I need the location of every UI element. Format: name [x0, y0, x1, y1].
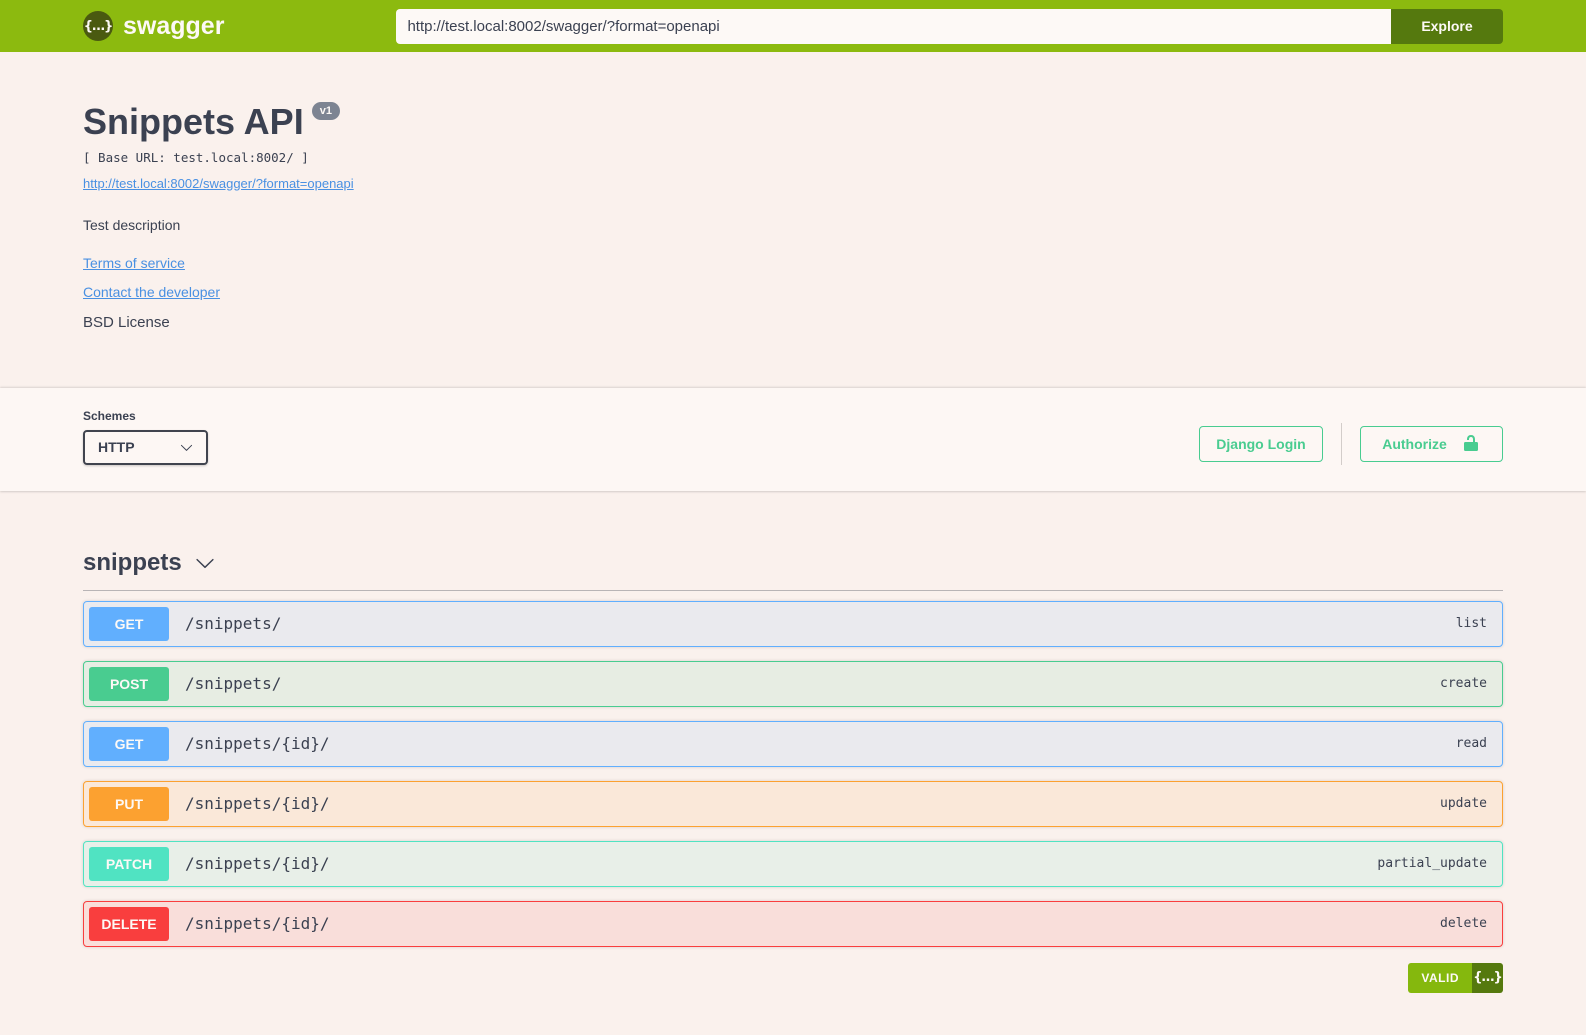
topbar: {…} swagger Explore [0, 0, 1586, 52]
chevron-down-icon [196, 558, 214, 568]
operation-summary: list [1455, 616, 1487, 632]
operation-row-patch-snippet-partial-update[interactable]: PATCH /snippets/{id}/ partial_update [83, 840, 1503, 887]
swagger-brand-link[interactable]: {…} swagger [83, 11, 224, 41]
schemes-group: Schemes HTTP [83, 409, 208, 465]
operation-summary: delete [1440, 916, 1487, 932]
schemes-label: Schemes [83, 408, 136, 423]
django-login-button[interactable]: Django Login [1199, 425, 1323, 462]
method-badge: DELETE [89, 906, 169, 941]
validator-badge[interactable]: VALID {…} [1408, 962, 1503, 993]
api-title-text: Snippets API [83, 101, 304, 142]
swagger-validator-icon: {…} [1472, 962, 1503, 993]
operation-path: /snippets/{id}/ [185, 854, 330, 874]
explore-button[interactable]: Explore [1391, 8, 1503, 44]
authorize-button[interactable]: Authorize [1360, 425, 1503, 462]
operation-row-post-snippets-create[interactable]: POST /snippets/ create [83, 660, 1503, 707]
method-badge: PUT [89, 786, 169, 821]
terms-of-service-link[interactable]: Terms of service [83, 256, 185, 270]
api-description: Test description [83, 216, 181, 233]
brand-title: swagger [123, 11, 225, 40]
contact-developer-link[interactable]: Contact the developer [83, 285, 220, 299]
operation-path: /snippets/{id}/ [185, 734, 330, 754]
validator-row: VALID {…} [83, 962, 1503, 993]
operation-summary: create [1440, 676, 1487, 692]
unlock-icon [1463, 434, 1478, 451]
tag-snippets[interactable]: snippets [83, 539, 1503, 587]
operation-row-get-snippets-list[interactable]: GET /snippets/ list [83, 600, 1503, 647]
scheme-select[interactable]: HTTP [83, 429, 208, 465]
auth-wrapper: Django Login Authorize [1199, 422, 1503, 465]
license-label: BSD License [83, 313, 170, 331]
operation-path: /snippets/{id}/ [185, 794, 330, 814]
spec-url-input[interactable] [396, 8, 1391, 44]
operation-row-get-snippet-read[interactable]: GET /snippets/{id}/ read [83, 720, 1503, 767]
operation-path: /snippets/{id}/ [185, 914, 330, 934]
operation-summary: partial_update [1377, 856, 1487, 872]
method-badge: POST [89, 666, 169, 701]
spec-link[interactable]: http://test.local:8002/swagger/?format=o… [83, 177, 354, 190]
base-url: [ Base URL: test.local:8002/ ] [83, 149, 309, 165]
validator-status: VALID [1408, 962, 1472, 993]
method-badge: PATCH [89, 846, 169, 881]
operation-path: /snippets/ [185, 614, 282, 634]
method-badge: GET [89, 726, 169, 761]
operation-row-put-snippet-update[interactable]: PUT /snippets/{id}/ update [83, 780, 1503, 827]
operation-summary: update [1440, 796, 1487, 812]
tag-divider [83, 589, 1503, 591]
spec-url-form: Explore [396, 8, 1503, 44]
scheme-container: Schemes HTTP Django Login Authorize [0, 387, 1586, 491]
auth-divider [1341, 422, 1342, 465]
method-badge: GET [89, 606, 169, 641]
tag-name: snippets [83, 548, 182, 576]
swagger-logo-icon: {…} [83, 11, 113, 41]
version-badge: v1 [311, 102, 340, 121]
page-title: Snippets API v1 [83, 102, 1503, 142]
chevron-down-icon [180, 444, 193, 451]
operations-section: snippets GET /snippets/ list POST /snipp… [0, 491, 1586, 1035]
api-info-section: Snippets API v1 [ Base URL: test.local:80… [0, 52, 1586, 388]
authorize-label: Authorize [1382, 435, 1447, 452]
operation-path: /snippets/ [185, 674, 282, 694]
operation-summary: read [1455, 736, 1487, 752]
operation-row-delete-snippet[interactable]: DELETE /snippets/{id}/ delete [83, 900, 1503, 947]
scheme-selected-value: HTTP [98, 439, 135, 456]
